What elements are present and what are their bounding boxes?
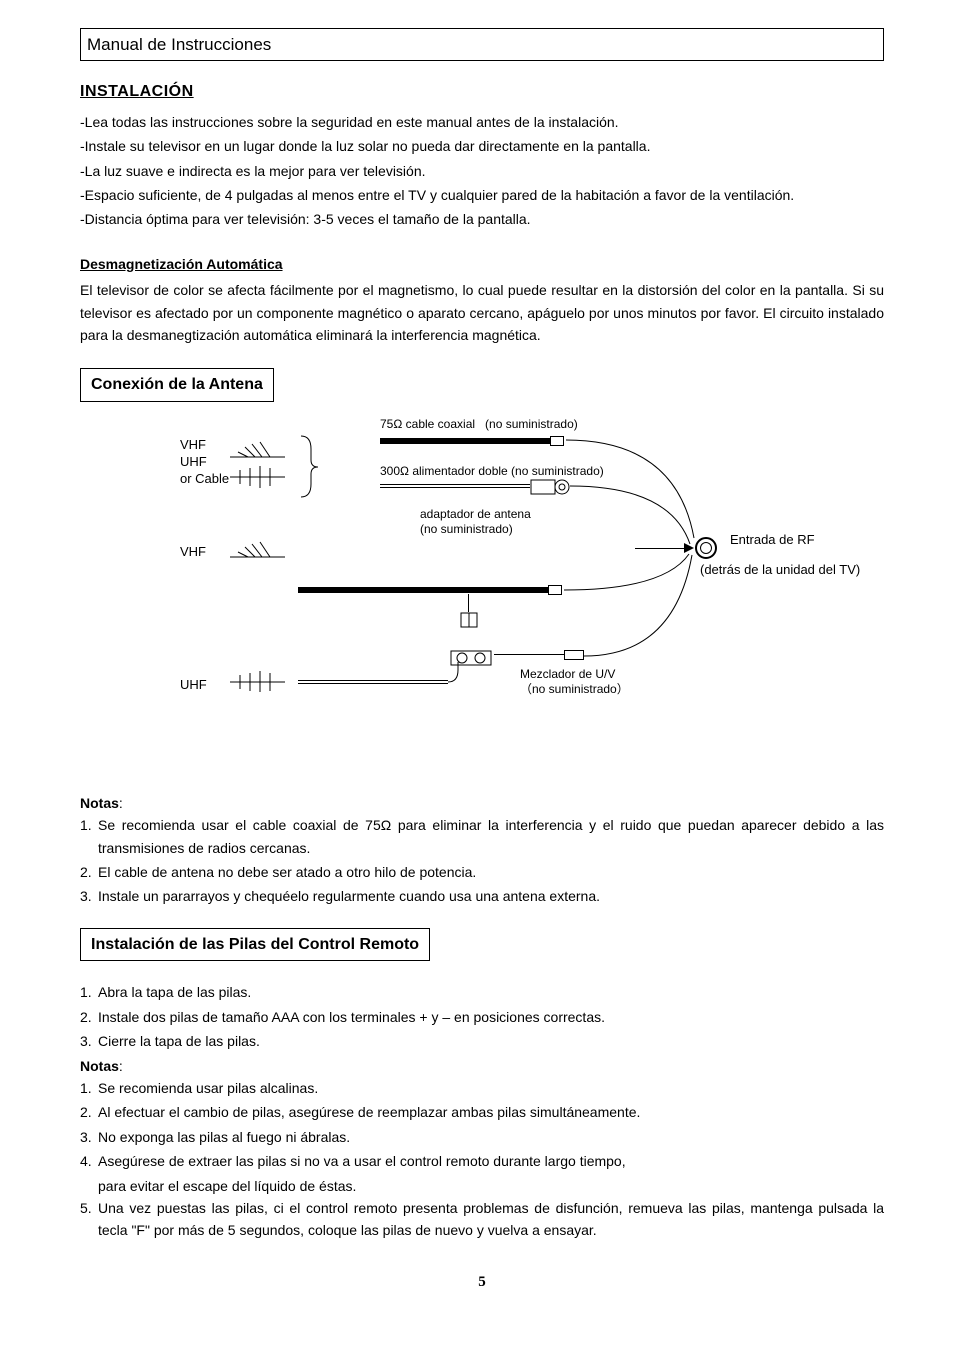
antenna-icon [230,532,290,562]
num: 3. [80,885,98,907]
label-mixer: Mezclador de U/V （no suministrado） [520,667,629,698]
connector-icon [564,650,584,660]
coax75-text: 75Ω cable coaxial [380,417,475,431]
colon: : [119,795,123,811]
remote-note-item: 4. Asegúrese de extraer las pilas si no … [80,1150,884,1172]
remote-note-item: 3. No exponga las pilas al fuego ni ábra… [80,1126,884,1148]
step-text: Instale dos pilas de tamaño AAA con los … [98,1006,884,1028]
demag-body: El televisor de color se afecta fácilmen… [80,279,884,346]
remote-note-item: 2. Al efectuar el cambio de pilas, asegú… [80,1101,884,1123]
antenna-icon [230,432,290,462]
splitter-icon [460,612,480,630]
remote-note-item: 5. Una vez puestas las pilas, ci el cont… [80,1197,884,1242]
note-text: Una vez puestas las pilas, ci el control… [98,1197,884,1242]
line-icon [494,654,564,655]
label-rf-in: Entrada de RF [730,532,815,549]
brace-icon [296,434,326,499]
antenna-note-item: 2. El cable de antena no debe ser atado … [80,861,884,883]
num: 1. [80,981,98,1003]
remote-section-title: Instalación de las Pilas del Control Rem… [80,928,430,962]
label-coax75: 75Ω cable coaxial (no suministrado) [380,417,578,433]
remote-step: 1. Abra la tapa de las pilas. [80,981,884,1003]
adapter-text: adaptador de antena [420,507,531,523]
antenna-note-item: 1. Se recomienda usar el cable coaxial d… [80,814,884,859]
num: 3. [80,1126,98,1148]
connector-icon [550,436,564,446]
install-title: INSTALACIÓN [80,79,884,105]
install-item: -Distancia óptima para ver televisión: 3… [80,208,884,230]
adapter-icon [530,476,570,498]
install-item: -Espacio suficiente, de 4 pulgadas al me… [80,184,884,206]
remote-notes-label: Notas: [80,1055,884,1077]
num: 2. [80,1006,98,1028]
remote-note-item: 1. Se recomienda usar pilas alcalinas. [80,1077,884,1099]
feeder-line-icon [380,484,530,488]
remote-note-continuation: para evitar el escape del líquido de ést… [98,1175,884,1197]
demag-title: Desmagnetización Automática [80,253,884,275]
note-text: Instale un pararrayos y chequéelo regula… [98,885,884,907]
install-list: -Lea todas las instrucciones sobre la se… [80,111,884,231]
remote-step: 3. Cierre la tapa de las pilas. [80,1030,884,1052]
label-vhf-uhf-cable: VHF UHF or Cable [180,437,229,488]
note-text: Al efectuar el cambio de pilas, asegúres… [98,1101,884,1123]
mixer-text: Mezclador de U/V [520,667,629,683]
mixer-note-text: （no suministrado） [520,682,629,698]
note-text: Se recomienda usar el cable coaxial de 7… [98,814,884,859]
note-text: No exponga las pilas al fuego ni ábralas… [98,1126,884,1148]
antenna-section-title: Conexión de la Antena [80,368,274,402]
curve-icon [448,662,468,702]
notes-label: Notas [80,795,119,811]
antenna-note-item: 3. Instale un pararrayos y chequéelo reg… [80,885,884,907]
rf-port-icon [695,537,717,559]
uhf-feeder-icon [298,680,448,684]
num: 4. [80,1150,98,1172]
antenna-icon [230,462,290,492]
num: 2. [80,1101,98,1123]
line-icon [468,594,469,612]
install-item: -Lea todas las instrucciones sobre la se… [80,111,884,133]
num: 1. [80,1077,98,1099]
coax-cable-icon [380,438,550,444]
num: 1. [80,814,98,859]
notes-label: Notas [80,1058,119,1074]
note-text: Asegúrese de extraer las pilas si no va … [98,1150,884,1172]
note-text: El cable de antena no debe ser atado a o… [98,861,884,883]
connector-icon [548,585,562,595]
antenna-diagram: VHF UHF or Cable VHF UHF 75Ω cable coaxi… [80,422,884,762]
install-item: -Instale su televisor en un lugar donde … [80,135,884,157]
curve-icon [584,552,699,662]
vhf-cable-icon [298,587,548,593]
page-number: 5 [80,1270,884,1294]
num: 2. [80,861,98,883]
label-adapter: adaptador de antena (no suministrado) [420,507,531,538]
step-text: Abra la tapa de las pilas. [98,981,884,1003]
remote-step: 2. Instale dos pilas de tamaño AAA con l… [80,1006,884,1028]
num: 3. [80,1030,98,1052]
install-item: -La luz suave e indirecta es la mejor pa… [80,160,884,182]
label-rf-note: (detrás de la unidad del TV) [700,562,860,579]
no-sumin-text: (no suministrado) [485,417,578,431]
arrow-icon [684,543,694,553]
adapter-note-text: (no suministrado) [420,522,531,538]
page-header: Manual de Instrucciones [80,28,884,61]
antenna-notes: Notas: [80,792,884,814]
label-vhf: VHF [180,544,206,561]
note-text: Se recomienda usar pilas alcalinas. [98,1077,884,1099]
num: 5. [80,1197,98,1242]
line-icon [635,548,685,549]
colon: : [119,1058,123,1074]
antenna-icon [230,662,290,692]
label-uhf: UHF [180,677,207,694]
step-text: Cierre la tapa de las pilas. [98,1030,884,1052]
